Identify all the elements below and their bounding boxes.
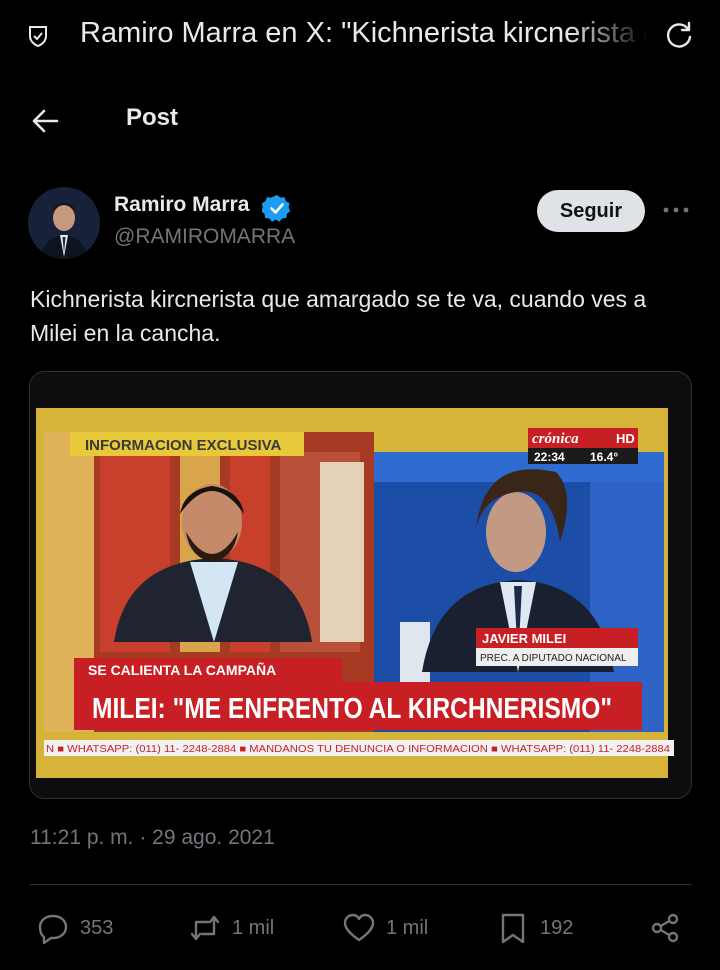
divider	[30, 884, 692, 885]
back-arrow-icon[interactable]	[30, 106, 60, 136]
headline-text: MILEI: "ME ENFRENTO AL KIRCHNERISMO"	[92, 693, 612, 725]
channel-hd-text: HD	[616, 431, 635, 446]
browser-top-bar: Ramiro Marra en X: "Kichnerista kircneri…	[0, 0, 720, 72]
bookmark-button[interactable]: 192	[496, 908, 573, 948]
repost-count: 1 mil	[232, 916, 275, 939]
temperature-text: 16.4°	[590, 450, 618, 464]
post-header: Post	[0, 90, 720, 150]
strap-text: SE CALIENTA LA CAMPAÑA	[88, 661, 276, 678]
ticker-text: N ■ WHATSAPP: (011) 11- 2248-2884 ■ MAND…	[46, 744, 670, 755]
shield-icon[interactable]	[26, 24, 50, 48]
channel-logo-text: crónica	[532, 431, 579, 447]
share-button[interactable]	[648, 908, 682, 948]
tweet-timestamp[interactable]: 11:21 p. m. · 29 ago. 2021	[30, 826, 275, 850]
reload-icon[interactable]	[664, 20, 694, 50]
verified-badge-icon	[262, 195, 291, 222]
more-options-icon[interactable]	[660, 200, 692, 220]
reply-button[interactable]: 353	[36, 908, 113, 948]
name-plate-text: JAVIER MILEI	[482, 631, 566, 646]
clock-text: 22:34	[534, 450, 565, 464]
follow-button[interactable]: Seguir	[537, 190, 645, 232]
banner-top-text: INFORMACION EXCLUSIVA	[85, 437, 282, 454]
share-icon	[651, 913, 679, 943]
tweet-text: Kichnerista kircnerista que amargado se …	[30, 286, 647, 346]
page-title: Ramiro Marra en X: "Kichnerista kircneri…	[80, 17, 648, 49]
author-name[interactable]: Ramiro Marra	[114, 193, 249, 217]
repost-icon	[190, 915, 220, 941]
like-button[interactable]: 1 mil	[342, 908, 428, 948]
repost-button[interactable]: 1 mil	[188, 908, 274, 948]
heart-icon	[343, 913, 375, 942]
like-count: 1 mil	[386, 916, 429, 939]
avatar-image	[28, 187, 100, 259]
author-handle[interactable]: @RAMIROMARRA	[114, 225, 295, 249]
action-bar: 353 1 mil 1 mil 192	[0, 900, 720, 956]
header-title: Post	[126, 104, 179, 131]
tv-broadcast-image: INFORMACION EXCLUSIVA crónica HD 22:34 1…	[30, 372, 691, 798]
reply-icon	[38, 914, 68, 945]
avatar[interactable]	[28, 187, 100, 259]
bookmark-icon	[501, 913, 525, 944]
name-subtitle-text: PREC. A DIPUTADO NACIONAL	[480, 653, 627, 664]
reply-count: 353	[80, 916, 114, 939]
bookmark-count: 192	[540, 916, 574, 939]
tweet-media-image[interactable]: INFORMACION EXCLUSIVA crónica HD 22:34 1…	[29, 371, 692, 799]
